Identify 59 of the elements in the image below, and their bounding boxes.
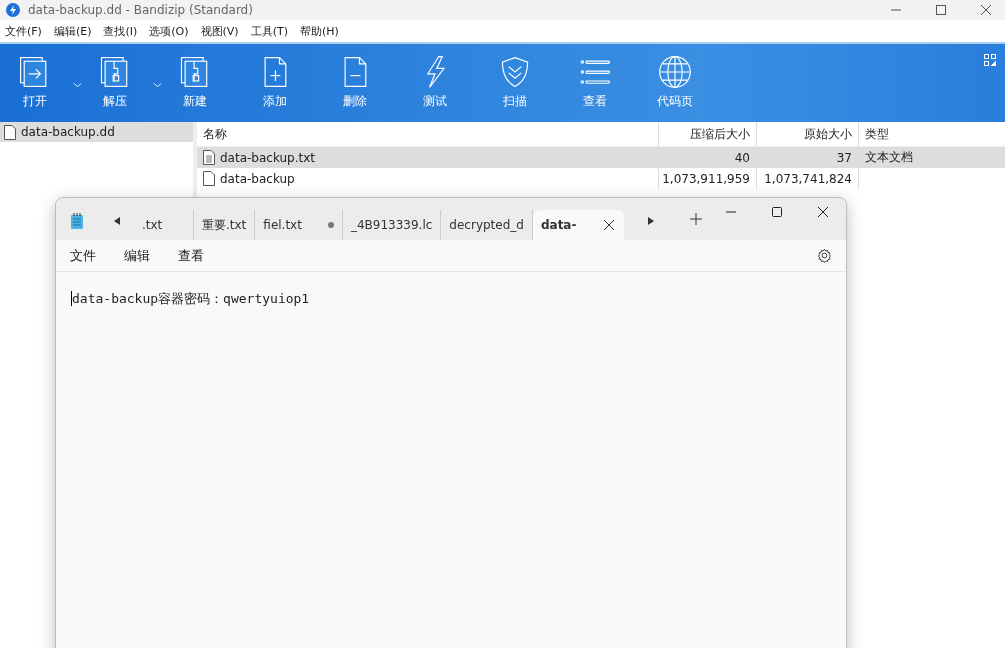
text-file-icon — [203, 150, 215, 165]
settings-icon[interactable] — [817, 248, 832, 263]
file-name: data-backup — [220, 171, 295, 186]
document-text[interactable]: data-backup容器密码：qwertyuiop1 — [71, 291, 310, 306]
toolbar-button[interactable]: 扫描 — [495, 44, 535, 110]
toolbar-button[interactable]: 测试 — [415, 44, 455, 110]
toolbar-button[interactable]: 解压 — [95, 44, 162, 110]
file-name: data-backup.txt — [220, 150, 316, 165]
scroll-left-icon[interactable] — [114, 217, 120, 225]
menu-item[interactable]: 查找(I) — [103, 23, 138, 39]
column-header[interactable]: 类型 — [859, 122, 1005, 146]
tab[interactable]: .txt — [134, 210, 194, 240]
menu-item[interactable]: 选项(O) — [149, 23, 189, 39]
notepad-icon — [70, 213, 84, 229]
table-cell: 37 — [757, 147, 859, 168]
table-cell: 1,073,911,959 — [659, 168, 757, 189]
menu-item[interactable]: 编辑 — [124, 246, 150, 265]
scroll-right-icon[interactable] — [648, 217, 655, 225]
menu-item[interactable]: 编辑(E) — [53, 23, 92, 39]
table-cell: 文本文档 — [865, 149, 913, 166]
maximize-icon[interactable] — [772, 207, 782, 217]
new-tab-icon[interactable] — [690, 213, 703, 225]
globe-icon — [657, 54, 693, 90]
column-header[interactable]: 原始大小 — [757, 122, 859, 146]
toolbar-button[interactable]: 打开 — [15, 44, 82, 110]
toolbar-button[interactable]: 删除 — [335, 44, 375, 110]
sidebar-item[interactable]: data-backup.dd — [0, 122, 193, 142]
close-icon[interactable] — [818, 207, 828, 217]
file-icon — [203, 171, 215, 186]
table-row[interactable]: data-backup 1,073,911,959 1,073,741,824 — [197, 168, 1005, 189]
caret-icon[interactable] — [73, 82, 82, 88]
layout-icon[interactable] — [984, 54, 996, 66]
menu-item[interactable]: 视图(V) — [200, 23, 239, 39]
toolbar-button[interactable]: 查看 — [575, 44, 615, 110]
menu-item[interactable]: 查看 — [178, 246, 204, 265]
window-title: data-backup.dd - Bandizip (Standard) — [28, 3, 253, 17]
unsaved-dot-icon — [327, 222, 334, 228]
toolbar-button[interactable]: 添加 — [255, 44, 295, 110]
tab[interactable]: decrypted_d — [441, 210, 533, 240]
tab[interactable]: data- — [532, 210, 625, 240]
column-header[interactable]: 名称 — [197, 122, 659, 146]
tab[interactable]: fiel.txt — [255, 210, 343, 240]
table-cell: 1,073,741,824 — [757, 168, 859, 189]
table-row[interactable]: data-backup.txt 40 37 文本文档 — [197, 147, 1005, 168]
tab[interactable]: 重要.txt — [194, 210, 256, 240]
menu-item[interactable]: 工具(T) — [250, 23, 288, 39]
caret-icon[interactable] — [153, 82, 162, 88]
close-tab-icon[interactable] — [604, 220, 615, 230]
app-logo-icon — [6, 3, 20, 17]
menu-item[interactable]: 文件 — [70, 246, 96, 265]
file-icon — [4, 124, 16, 140]
tab[interactable]: _4B913339.lc — [342, 210, 442, 240]
menu-item[interactable]: 文件(F) — [5, 23, 42, 39]
menu-item[interactable]: 帮助(H) — [299, 23, 339, 39]
maximize-icon[interactable] — [936, 5, 946, 15]
close-icon[interactable] — [981, 5, 991, 15]
column-header[interactable]: 压缩后大小 — [659, 122, 757, 146]
table-cell: 40 — [659, 147, 757, 168]
toolbar-button[interactable]: 新建 — [175, 44, 215, 110]
